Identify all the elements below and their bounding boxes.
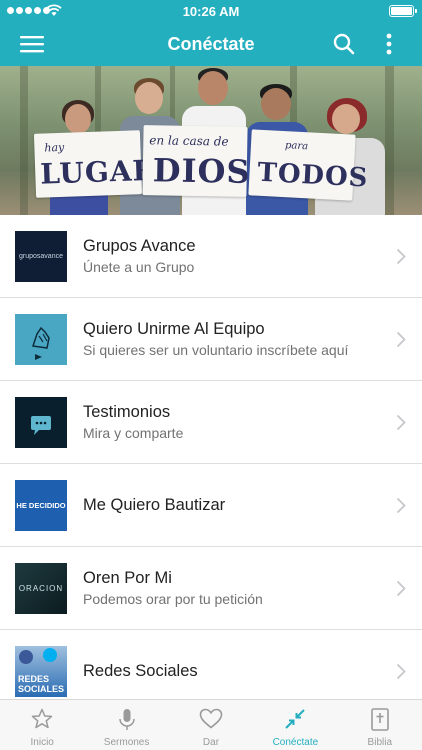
sign-small-text: en la casa de [149,133,229,149]
sign-small-text: para [284,140,309,153]
hands-icon [32,326,50,360]
chevron-right-icon [396,248,406,265]
tab-dar[interactable]: Dar [169,700,253,750]
vertical-ellipsis-icon [386,33,392,55]
tab-sermones[interactable]: Sermones [84,700,168,750]
hero-banner: hay LUGAR en la casa de DIOS para TODOS [0,66,422,215]
testimonios-thumbnail [15,397,67,448]
sign-hay-lugar: hay LUGAR [33,130,157,198]
battery-icon [389,5,417,17]
tab-conectate[interactable]: Conéctate [253,700,337,750]
tab-label: Dar [202,737,220,748]
oracion-thumbnail: ORACION [15,563,67,614]
tab-label: Conéctate [272,737,319,748]
background-tree [385,66,394,215]
grupos-avance-thumbnail: gruposavance [15,231,67,282]
tab-bar: Inicio Sermones Dar Conéctate Biblia [0,699,422,750]
sign-big-text: DIOS [152,151,251,191]
search-button[interactable] [322,22,366,66]
list-item-redes-sociales[interactable]: REDES SOCIALES Redes Sociales [0,630,422,699]
chat-bubble-icon [31,416,51,435]
chevron-right-icon [396,331,406,348]
thumbnail-text: ORACION [18,584,64,593]
bible-icon [370,708,389,731]
tab-label: Inicio [30,737,54,748]
search-icon [333,33,355,55]
status-time: 10:26 AM [182,4,240,19]
star-icon [31,708,53,729]
list-item-bautizar[interactable]: HE DECIDIDO Me Quiero Bautizar [0,464,422,547]
list-item-quiero-unirme[interactable]: Quiero Unirme Al Equipo Si quieres ser u… [0,298,422,381]
list-item-title: Grupos Avance [83,237,196,255]
menu-button[interactable] [10,22,54,66]
list-item-title: Quiero Unirme Al Equipo [83,320,265,338]
skype-icon [43,648,57,662]
he-decidido-thumbnail: HE DECIDIDO [15,480,67,531]
redes-sociales-thumbnail: REDES SOCIALES [15,646,67,697]
facebook-icon [19,650,33,664]
thumbnail-text: HE DECIDIDO [16,501,66,510]
list-item-subtitle: Únete a un Grupo [83,259,195,275]
tab-inicio[interactable]: Inicio [0,700,84,750]
tab-biblia[interactable]: Biblia [338,700,422,750]
status-bar: 10:26 AM [0,0,422,22]
tab-label: Biblia [367,737,393,748]
chevron-right-icon [396,663,406,680]
chevron-right-icon [396,414,406,431]
sign-big-text: TODOS [256,157,370,194]
chevron-right-icon [396,580,406,597]
microphone-icon [118,709,135,730]
list-item-title: Oren Por Mi [83,569,172,587]
sign-en-la-casa-de-dios: en la casa de DIOS [142,125,251,197]
list-item-testimonios[interactable]: Testimonios Mira y comparte [0,381,422,464]
heart-icon [199,708,223,729]
sign-small-text: hay [44,140,65,155]
tab-label: Sermones [103,737,150,748]
connect-arrows-icon [285,709,306,729]
list-item-subtitle: Podemos orar por tu petición [83,591,263,607]
list-item-title: Me Quiero Bautizar [83,496,226,514]
list-item-title: Redes Sociales [83,662,198,680]
connect-options-list: gruposavance Grupos Avance Únete a un Gr… [0,215,422,699]
hamburger-menu-icon [20,36,44,53]
list-item-subtitle: Si quieres ser un voluntario inscríbete … [83,342,349,358]
list-item-oren-por-mi[interactable]: ORACION Oren Por Mi Podemos orar por tu … [0,547,422,630]
nav-bar: Conéctate [0,22,422,66]
sign-big-text: LUGAR [39,153,158,191]
chevron-right-icon [396,497,406,514]
list-item-grupos-avance[interactable]: gruposavance Grupos Avance Únete a un Gr… [0,215,422,298]
team-hands-thumbnail [15,314,67,365]
more-options-button[interactable] [367,22,411,66]
thumbnail-text: gruposavance [19,253,63,260]
list-item-subtitle: Mira y comparte [83,425,184,441]
background-tree [20,66,28,215]
list-item-title: Testimonios [83,403,171,421]
sign-para-todos: para TODOS [248,129,369,201]
thumbnail-text: REDES SOCIALES [18,674,65,694]
